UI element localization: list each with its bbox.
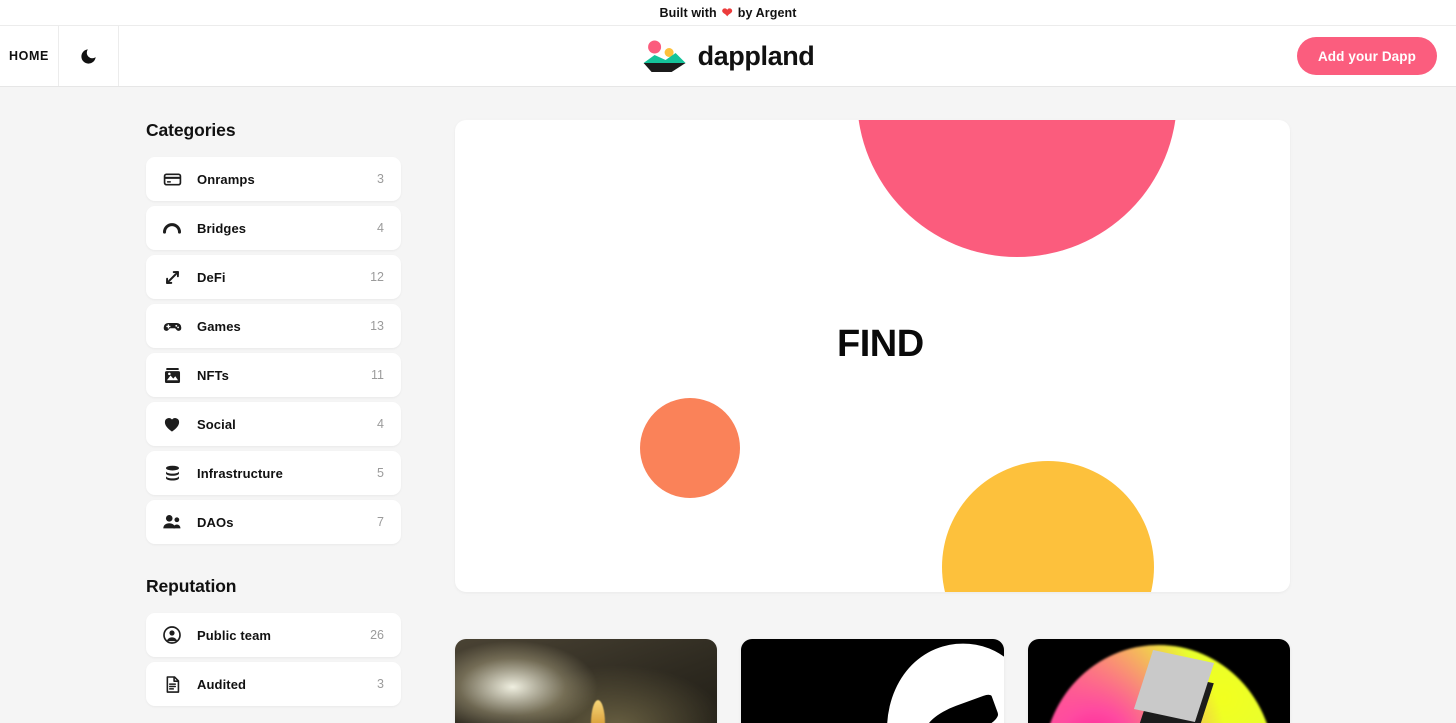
- document-icon: [161, 673, 183, 695]
- sidebar-item-nfts[interactable]: NFTs 11: [146, 353, 401, 397]
- sidebar-item-audited[interactable]: Audited 3: [146, 662, 401, 706]
- dappland-logo-icon: [643, 40, 686, 72]
- sidebar-item-count: 3: [377, 172, 384, 186]
- sidebar-item-count: 7: [377, 515, 384, 529]
- black-swoosh-card[interactable]: [741, 639, 1004, 723]
- sidebar-item-label: Onramps: [197, 171, 255, 187]
- theme-toggle-button[interactable]: [59, 26, 119, 86]
- flame-shape: [591, 699, 606, 723]
- sidebar-item-count: 11: [371, 368, 384, 382]
- categories-list: Onramps 3 Bridges 4 DeFi 12 Games 13 NFT…: [146, 157, 401, 544]
- credit-card-icon: [161, 168, 183, 190]
- sidebar-item-label: DeFi: [197, 269, 226, 285]
- pink-circle-shape: [857, 120, 1177, 257]
- sidebar-item-games[interactable]: Games 13: [146, 304, 401, 348]
- sidebar-item-count: 5: [377, 466, 384, 480]
- sidebar-item-count: 4: [377, 221, 384, 235]
- sidebar-item-count: 12: [370, 270, 384, 284]
- user-circle-icon: [161, 624, 183, 646]
- image-icon: [161, 364, 183, 386]
- people-icon: [161, 511, 183, 533]
- sidebar-item-label: Social: [197, 416, 236, 432]
- bridge-icon: [161, 217, 183, 239]
- heart-icon: ❤: [721, 5, 733, 20]
- sidebar-item-onramps[interactable]: Onramps 3: [146, 157, 401, 201]
- sidebar-item-social[interactable]: Social 4: [146, 402, 401, 446]
- sidebar-item-label: NFTs: [197, 367, 229, 383]
- swap-arrows-icon: [161, 266, 183, 288]
- banner-suffix: by Argent: [737, 5, 797, 20]
- sidebar-item-defi[interactable]: DeFi 12: [146, 255, 401, 299]
- sidebar-item-daos[interactable]: DAOs 7: [146, 500, 401, 544]
- sidebar-item-public-team[interactable]: Public team 26: [146, 613, 401, 657]
- home-label: HOME: [9, 49, 49, 63]
- banner-prefix: Built with: [659, 5, 717, 20]
- filters-sidebar: Categories Onramps 3 Bridges 4 DeFi 12 G…: [146, 120, 401, 723]
- heart-icon: [161, 413, 183, 435]
- categories-title: Categories: [146, 120, 236, 140]
- orange-circle-shape: [640, 398, 740, 498]
- sidebar-item-count: 26: [370, 628, 384, 642]
- sidebar-item-label: Audited: [197, 676, 247, 692]
- page-body: Categories Onramps 3 Bridges 4 DeFi 12 G…: [0, 87, 1456, 723]
- sidebar-item-count: 4: [377, 417, 384, 431]
- database-icon: [161, 462, 183, 484]
- add-your-dapp-button[interactable]: Add your Dapp: [1296, 37, 1437, 75]
- sidebar-item-label: Games: [197, 318, 241, 334]
- sidebar-item-label: Bridges: [197, 220, 247, 236]
- moon-icon: [81, 48, 96, 64]
- sidebar-item-count: 3: [377, 677, 384, 691]
- site-logo[interactable]: dappland: [642, 39, 815, 73]
- reputation-list: Public team 26 Audited 3: [146, 613, 401, 706]
- hero-title: FIND: [837, 323, 924, 365]
- sidebar-item-count: 13: [370, 319, 384, 333]
- built-with-banner: Built with ❤ by Argent: [0, 0, 1456, 25]
- logo-text: dappland: [697, 40, 815, 71]
- storm-artwork-card[interactable]: [455, 639, 718, 723]
- gamepad-icon: [161, 315, 183, 337]
- sidebar-item-label: DAOs: [197, 514, 234, 530]
- site-header: HOME dappland Add your Dapp: [0, 25, 1456, 87]
- reputation-title: Reputation: [146, 576, 237, 596]
- home-nav-link[interactable]: HOME: [0, 26, 59, 86]
- yellow-circle-shape: [942, 461, 1154, 592]
- dapp-card-row: [455, 639, 1290, 723]
- hero-banner[interactable]: FIND: [455, 120, 1290, 592]
- sidebar-item-label: Infrastructure: [197, 465, 283, 481]
- main-content: FIND: [455, 120, 1456, 723]
- sidebar-item-infrastructure[interactable]: Infrastructure 5: [146, 451, 401, 495]
- sidebar-item-bridges[interactable]: Bridges 4: [146, 206, 401, 250]
- gradient-cube-card[interactable]: [1027, 639, 1290, 723]
- sidebar-item-label: Public team: [197, 627, 272, 643]
